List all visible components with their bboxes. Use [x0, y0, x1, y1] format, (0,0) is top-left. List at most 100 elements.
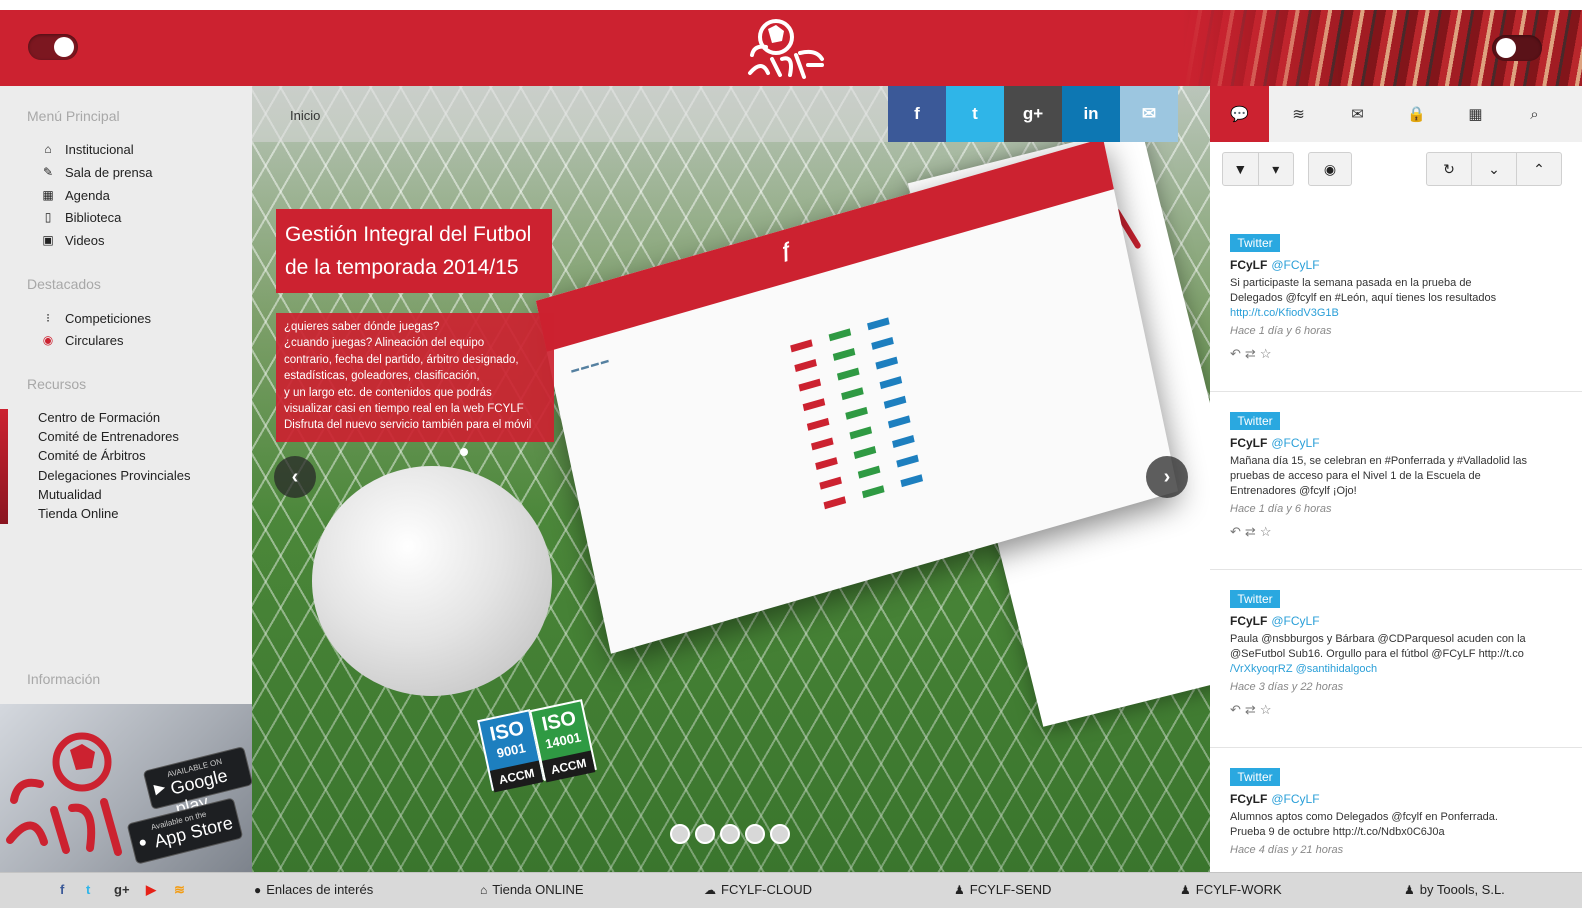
slider-next-button[interactable]: ›: [1146, 456, 1188, 498]
retweet-icon[interactable]: ⇄: [1245, 524, 1260, 539]
caret-down-icon[interactable]: ▾: [1259, 153, 1294, 185]
info-section-title: Información: [27, 671, 101, 687]
reply-icon[interactable]: ↶: [1230, 346, 1245, 361]
retweet-icon[interactable]: ⇄: [1245, 346, 1260, 361]
footer-link-send[interactable]: ♟ FCYLF-SEND: [954, 882, 1051, 897]
tweet-time: Hace 1 día y 6 horas: [1230, 325, 1332, 337]
author-handle[interactable]: @FCyLF: [1271, 792, 1319, 806]
breadcrumb[interactable]: Inicio: [290, 108, 320, 123]
mail-tool-button[interactable]: ✉: [1328, 86, 1387, 142]
share-facebook-button[interactable]: f: [888, 86, 946, 142]
tweet-text: Mañana día 15, se celebran en #Ponferrad…: [1230, 455, 1527, 467]
football-image: [312, 466, 552, 696]
share-mail-button[interactable]: ✉: [1120, 86, 1178, 142]
googleplus-icon: g+: [1022, 104, 1044, 123]
share-twitter-button[interactable]: t: [946, 86, 1004, 142]
tweet-link[interactable]: /VrXkyoqrRZ @santihidalgoch: [1230, 662, 1570, 677]
slide-dot[interactable]: [720, 824, 740, 844]
tweet: Twitter FCyLF @FCyLF Paula @nsbburgos y B…: [1210, 570, 1582, 748]
tweet-author[interactable]: FCyLF @FCyLF: [1230, 258, 1320, 272]
sidebar-item-delegaciones[interactable]: Delegaciones Provinciales: [38, 468, 190, 486]
sidebar-item-mutualidad[interactable]: Mutualidad: [38, 487, 102, 505]
sidebar-item-agenda[interactable]: ▦ Agenda: [40, 186, 110, 204]
tweet-author[interactable]: FCyLF @FCyLF: [1230, 792, 1320, 806]
panel-toggle[interactable]: [1492, 35, 1542, 61]
tweet-text: Alumnos aptos como Delegados @fcylf en P…: [1230, 811, 1498, 823]
sidebar-item-centro-formacion[interactable]: Centro de Formación: [38, 410, 160, 428]
login-tool-button[interactable]: 🔒: [1387, 86, 1446, 142]
description-line: ¿cuando juegas? Alineación del equipo: [284, 337, 485, 350]
sidebar-item-competiciones[interactable]: ⁝ Competiciones: [40, 309, 151, 327]
eye-icon[interactable]: ◉: [1309, 153, 1351, 185]
footer-link-tienda[interactable]: ⌂ Tienda ONLINE: [480, 882, 584, 897]
sidebar-item-tienda-online[interactable]: Tienda Online: [38, 506, 118, 524]
sidebar-item-videos[interactable]: ▣ Videos: [40, 231, 104, 249]
slider-prev-button[interactable]: ‹: [274, 456, 316, 498]
description-line: y un largo etc. de contenidos que podrás: [284, 386, 492, 399]
screenshot-logo: ƒ: [778, 238, 794, 264]
reply-icon[interactable]: ↶: [1230, 702, 1245, 717]
comment-icon: 💬: [1230, 106, 1249, 123]
footer-link-enlaces[interactable]: ● Enlaces de interés: [254, 882, 373, 897]
linkedin-icon: in: [1083, 104, 1099, 123]
youtube-icon[interactable]: ▶: [146, 882, 156, 898]
author-name: FCyLF: [1230, 614, 1268, 628]
tweet-author[interactable]: FCyLF @FCyLF: [1230, 614, 1320, 628]
filter-icon[interactable]: ▼: [1223, 153, 1259, 185]
googleplus-icon[interactable]: g+: [114, 882, 130, 897]
chevron-down-icon[interactable]: ⌄: [1472, 153, 1517, 185]
facebook-icon[interactable]: f: [60, 882, 64, 897]
slide-dot[interactable]: [670, 824, 690, 844]
description-line: contrario, fecha del partido, árbitro de…: [284, 353, 519, 366]
hero-slider: ƒ ▬ ▬ ▬ ▬ ISO 9001 ACCM ISO 14001 ACCM I…: [252, 86, 1210, 872]
star-icon[interactable]: ☆: [1260, 524, 1276, 539]
chevron-up-icon[interactable]: ⌃: [1517, 153, 1561, 185]
rss-tool-button[interactable]: ≋: [1269, 86, 1328, 142]
chat-tool-button[interactable]: 💬: [1210, 86, 1269, 142]
mail-icon: ✉: [1141, 104, 1157, 123]
sidebar-item-circulares[interactable]: ◉ Circulares: [40, 331, 124, 349]
slide-dot[interactable]: [770, 824, 790, 844]
star-icon[interactable]: ☆: [1260, 346, 1276, 361]
share-googleplus-button[interactable]: g+: [1004, 86, 1062, 142]
calendar-tool-button[interactable]: ▦: [1446, 86, 1505, 142]
author-handle[interactable]: @FCyLF: [1271, 258, 1319, 272]
tweet-text: Delegados @fcylf en #León, aquí tienes l…: [1230, 292, 1497, 304]
twitter-icon[interactable]: t: [86, 882, 90, 897]
calendar-icon: ▦: [1468, 106, 1483, 123]
tweet-author[interactable]: FCyLF @FCyLF: [1230, 436, 1320, 450]
breadcrumb-bar: Inicio: [252, 86, 888, 142]
refresh-icon[interactable]: ↻: [1427, 153, 1472, 185]
dots-icon: ⁝: [46, 311, 50, 325]
app-promo-banner: ▶ AVAILABLE ON Google play ● Available o…: [0, 704, 252, 872]
tweet-link[interactable]: http://t.co/KfiodV3G1B: [1230, 306, 1570, 321]
rss-icon[interactable]: ≋: [174, 882, 185, 898]
sidebar-item-comite-arbitros[interactable]: Comité de Árbitros: [38, 448, 146, 466]
slide-dot[interactable]: [695, 824, 715, 844]
sidebar-item-institucional[interactable]: ⌂ Institucional: [40, 140, 133, 158]
reply-icon[interactable]: ↶: [1230, 524, 1245, 539]
footer-link-work[interactable]: ♟ FCYLF-WORK: [1180, 882, 1282, 897]
slide-dot[interactable]: [745, 824, 765, 844]
footer-link-cloud[interactable]: ☁ FCYLF-CLOUD: [704, 882, 812, 897]
twitter-badge: Twitter: [1230, 768, 1280, 786]
star-icon[interactable]: ☆: [1260, 702, 1276, 717]
search-tool-button[interactable]: ⌕: [1505, 86, 1564, 142]
rss-icon: ≋: [1292, 106, 1305, 123]
sidebar-item-biblioteca[interactable]: ▯ Biblioteca: [40, 208, 122, 226]
tweet: Twitter FCyLF @FCyLF Alumnos aptos como D…: [1210, 748, 1582, 872]
author-name: FCyLF: [1230, 436, 1268, 450]
tweet-time: Hace 4 días y 21 horas: [1230, 844, 1344, 856]
play-icon: ▶: [152, 778, 167, 797]
film-icon: ▣: [42, 233, 54, 247]
retweet-icon[interactable]: ⇄: [1245, 702, 1260, 717]
tweet: Twitter FCyLF @FCyLF Mañana día 15, se ce…: [1210, 392, 1582, 570]
sidebar-item-sala-de-prensa[interactable]: ✎ Sala de prensa: [40, 163, 152, 181]
author-handle[interactable]: @FCyLF: [1271, 436, 1319, 450]
share-linkedin-button[interactable]: in: [1062, 86, 1120, 142]
sidebar-toggle[interactable]: [28, 34, 78, 60]
fcylf-logo[interactable]: [742, 15, 832, 81]
sidebar-item-comite-entrenadores[interactable]: Comité de Entrenadores: [38, 429, 179, 447]
author-handle[interactable]: @FCyLF: [1271, 614, 1319, 628]
footer-link-toools[interactable]: ♟ by Toools, S.L.: [1404, 882, 1505, 897]
